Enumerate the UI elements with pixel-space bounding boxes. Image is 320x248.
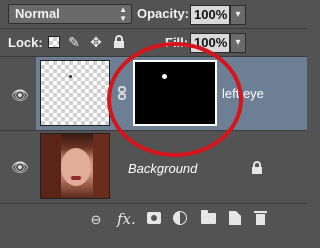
folder-tab: [201, 210, 208, 213]
panel-footer: ⊖ fx.: [0, 204, 307, 248]
trash-icon[interactable]: [254, 211, 267, 226]
trash-body: [256, 214, 265, 225]
eye-icon: 👁: [11, 159, 29, 175]
portrait-lips: [71, 176, 81, 180]
lock-all-icon[interactable]: [113, 35, 125, 49]
layer-name[interactable]: Background: [128, 161, 197, 176]
highlight-circle: [107, 42, 243, 157]
mask-hole: [151, 215, 157, 221]
lock-position-icon[interactable]: ✥: [88, 34, 104, 50]
portrait-hair-right: [93, 134, 109, 198]
fill-slider-button[interactable]: ▾: [230, 33, 246, 53]
dropdown-arrows-icon: ▲ ▼: [119, 5, 127, 23]
thumbnail-dot: [69, 75, 72, 78]
page-fold: [236, 211, 241, 216]
layer-thumbnail-portrait[interactable]: [40, 133, 110, 199]
trash-lid: [254, 211, 267, 213]
visibility-toggle[interactable]: 👁: [0, 57, 36, 130]
padlock-body-icon: [114, 41, 124, 48]
toolbar-divider: [0, 28, 307, 29]
chevron-down-icon: ▾: [235, 9, 241, 20]
add-mask-icon[interactable]: [147, 212, 161, 224]
new-layer-icon[interactable]: [229, 211, 241, 225]
eye-icon: 👁: [11, 87, 29, 103]
layer-thumbnail[interactable]: [40, 60, 110, 126]
lock-label: Lock:: [8, 35, 43, 50]
blend-mode-value: Normal: [15, 6, 60, 21]
blend-mode-dropdown[interactable]: Normal ▲ ▼: [8, 4, 132, 24]
portrait-face: [61, 148, 91, 186]
link-layers-icon[interactable]: ⊖: [87, 212, 105, 228]
visibility-toggle[interactable]: 👁: [0, 131, 36, 203]
padlock-body-icon: [252, 167, 262, 174]
portrait-hair-left: [41, 134, 61, 198]
chevron-down-icon: ▾: [235, 37, 241, 48]
fx-icon[interactable]: fx.: [117, 210, 136, 228]
lock-image-pixels-icon[interactable]: ✎: [66, 34, 82, 50]
opacity-label: Opacity:: [137, 6, 190, 21]
folder-icon[interactable]: [201, 210, 216, 224]
lock-transparent-pixels-icon[interactable]: [48, 36, 60, 48]
layer-lock-icon: [251, 161, 263, 175]
opacity-field[interactable]: 100%: [190, 5, 230, 25]
opacity-slider-button[interactable]: ▾: [230, 5, 246, 25]
adjustment-icon[interactable]: [173, 211, 187, 225]
